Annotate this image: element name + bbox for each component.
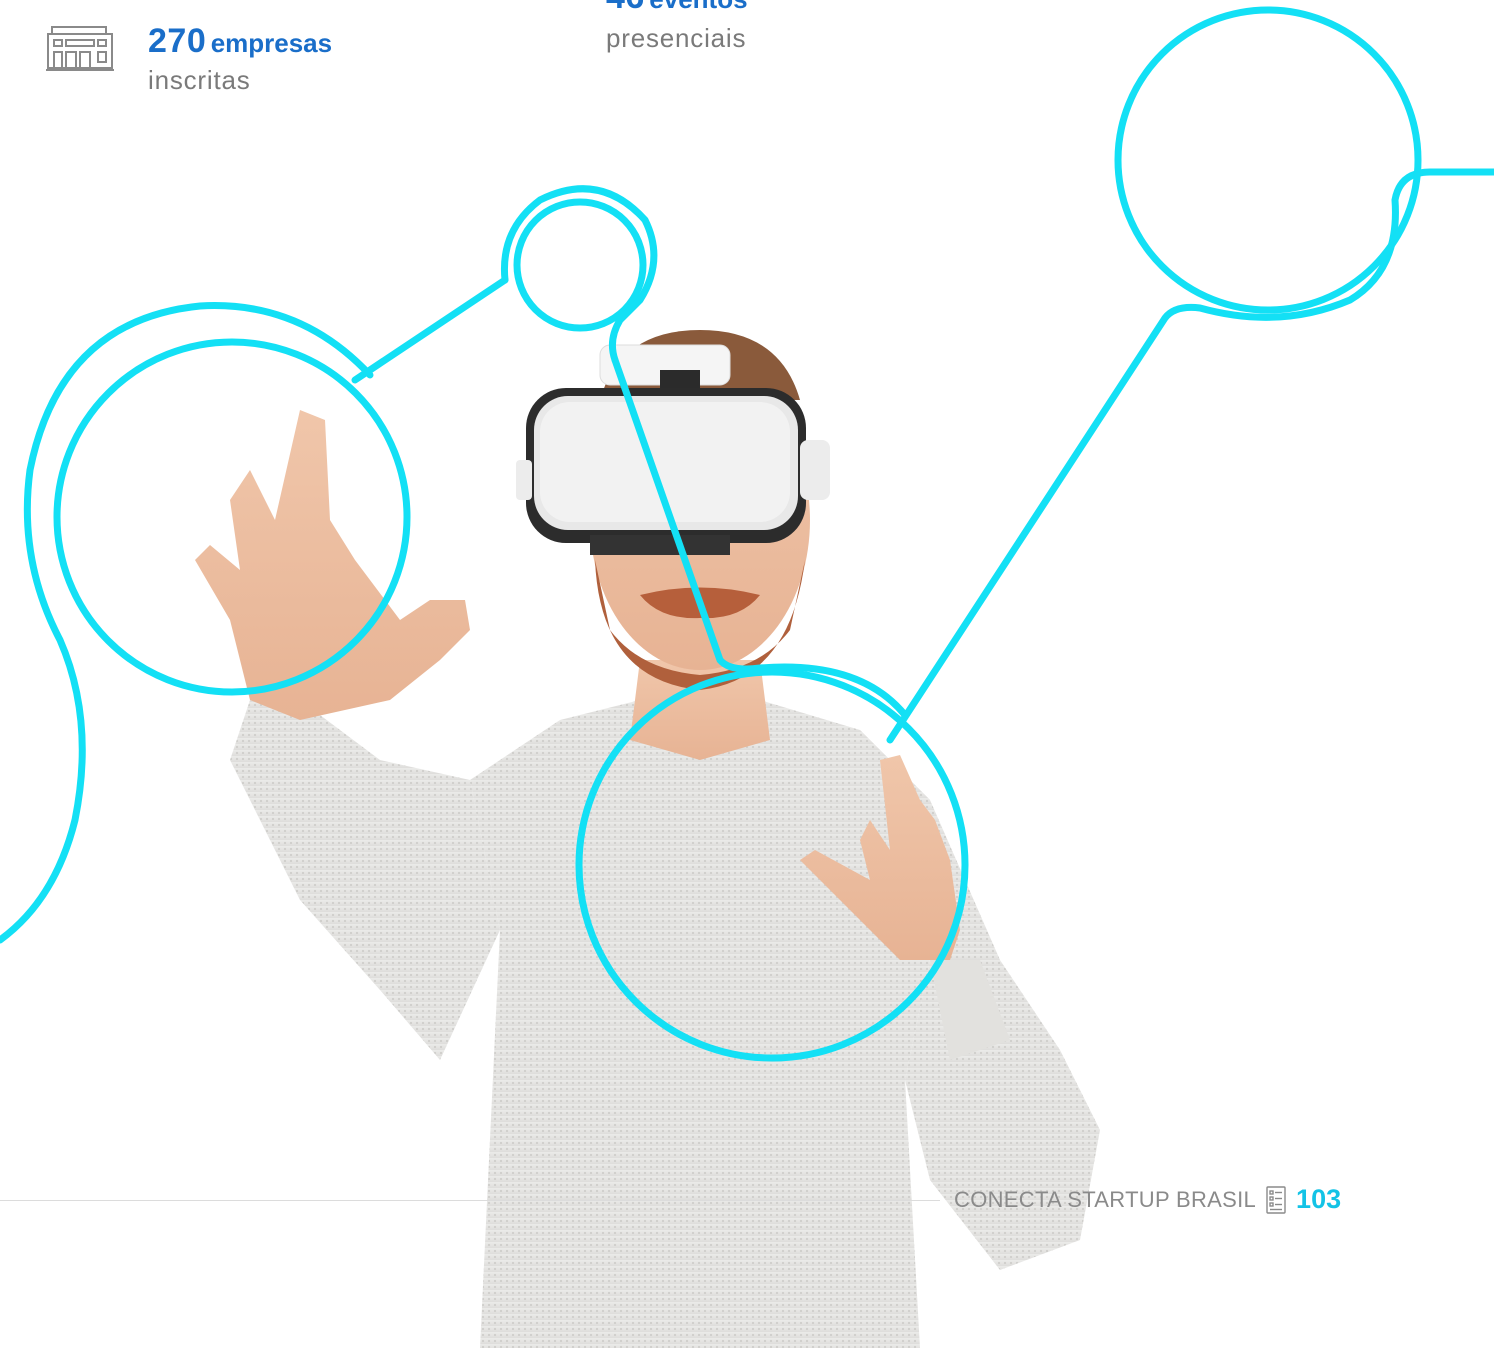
stat-companies-caption: inscritas [148,65,251,95]
building-icon [46,26,114,71]
index-icon[interactable] [1266,1185,1286,1214]
footer-brand: CONECTA STARTUP BRASIL [954,1186,1257,1212]
stat-events-number: 46 [606,0,645,16]
stat-companies-unit: empresas [210,28,333,58]
stat-events: 46 eventos presenciais [606,0,748,54]
vr-man-photo [195,330,1100,1348]
stat-events-headline: 46 eventos [606,0,748,17]
page-footer: CONECTA STARTUP BRASIL 103 [954,1184,1341,1215]
footer-divider [0,1200,940,1201]
page-number: 103 [1296,1184,1342,1214]
stat-events-unit: eventos [649,0,747,14]
stat-companies: 270 empresas inscritas [148,22,332,96]
stat-companies-number: 270 [148,22,207,60]
stat-events-caption: presenciais [606,23,747,53]
stat-companies-headline: 270 empresas [148,22,332,61]
